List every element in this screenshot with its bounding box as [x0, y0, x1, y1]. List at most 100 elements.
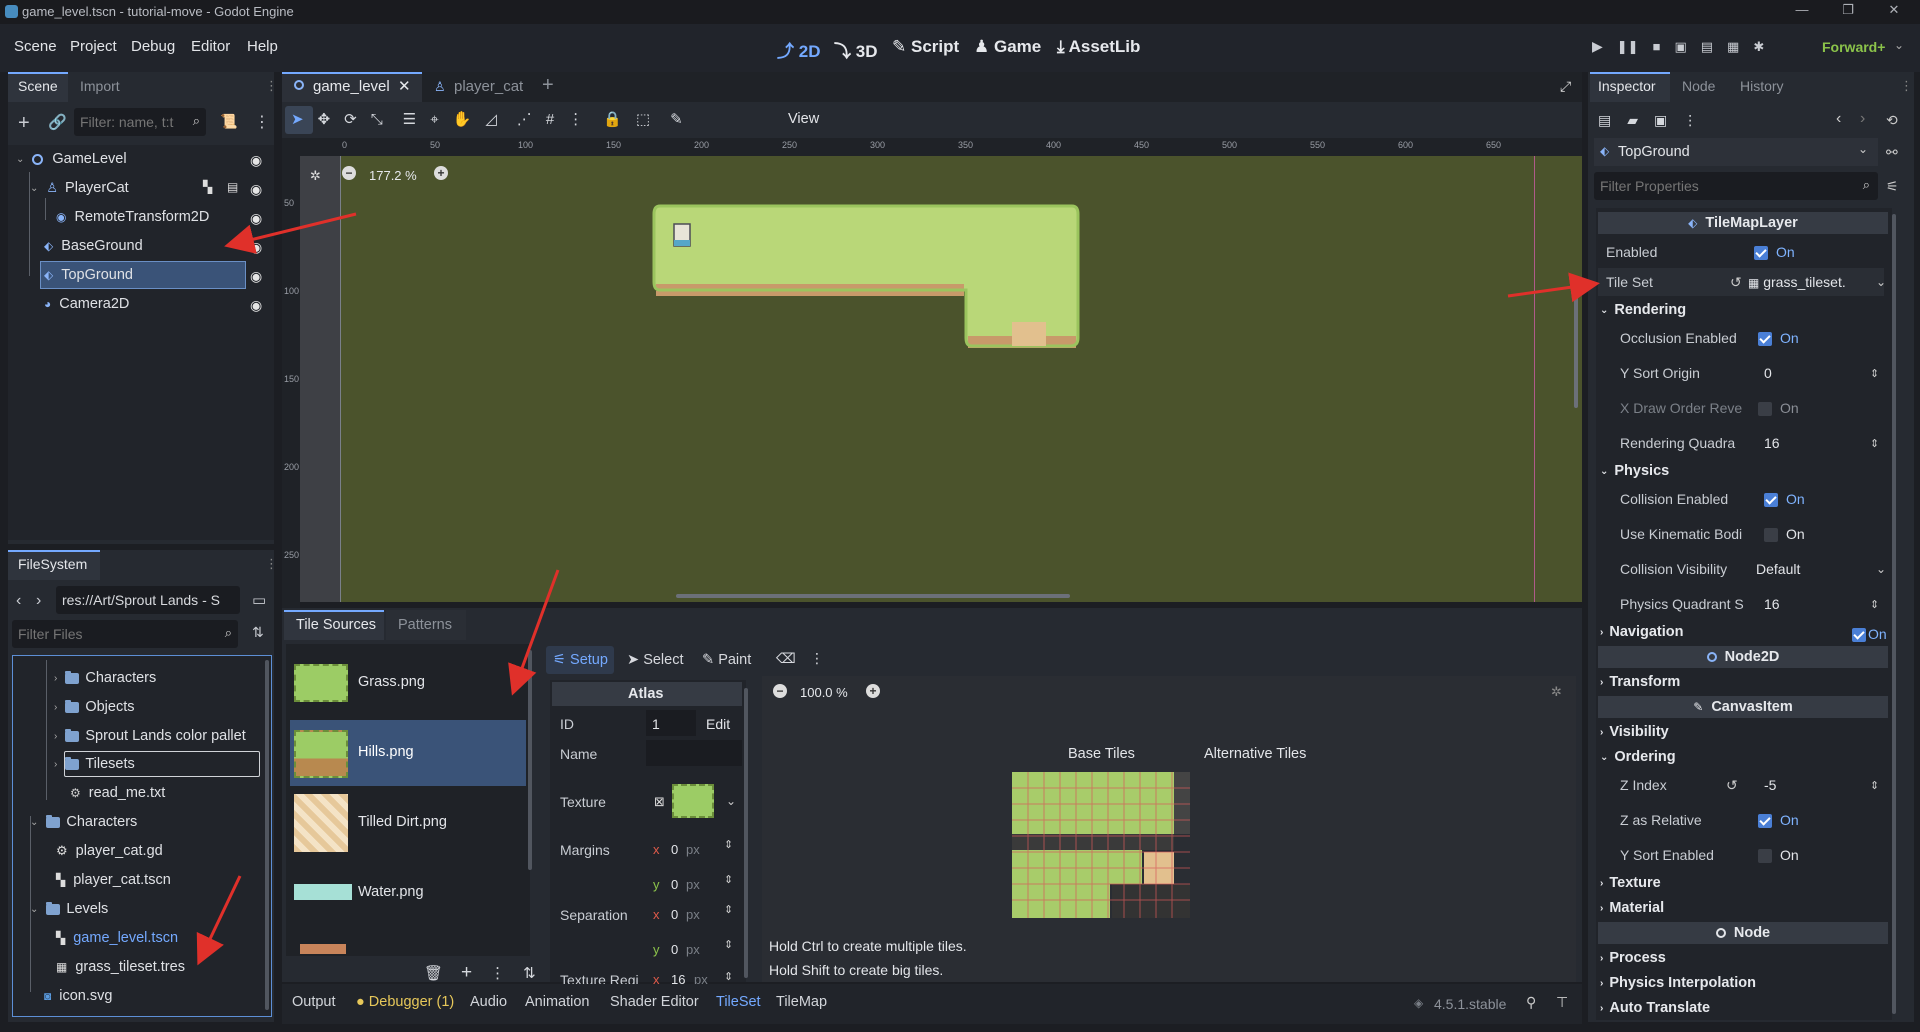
play-icon[interactable]: ▶ [1592, 38, 1603, 55]
source-water[interactable]: Water.png [358, 884, 424, 900]
pivot-icon[interactable]: ⌖ [430, 111, 438, 128]
fs-item-player-cat-gd[interactable]: ⚙ player_cat.gd [56, 839, 163, 863]
snap-options-icon[interactable]: ⋮ [568, 110, 583, 128]
tab-player-cat[interactable]: player_cat [454, 78, 523, 95]
center-view-icon[interactable]: ✲ [310, 168, 321, 184]
scale-icon[interactable]: ⤡ [371, 111, 383, 128]
bottom-tab-tilemap[interactable]: TileMap [776, 994, 827, 1010]
spinner-icon[interactable]: ⇕ [724, 903, 733, 916]
tree-node-camera2d[interactable]: ◕ Camera2D [44, 291, 129, 317]
sort-icon[interactable]: ⇅ [252, 624, 264, 641]
pan-icon[interactable]: ✋ [453, 110, 472, 128]
add-tab-icon[interactable]: + [542, 74, 554, 97]
bottom-tab-shader-editor[interactable]: Shader Editor [610, 994, 699, 1010]
chevron-right-icon[interactable]: › [54, 759, 57, 770]
open-folder-icon[interactable]: ▰ [1627, 112, 1638, 129]
spinner-icon[interactable]: ⇕ [724, 970, 733, 983]
chevron-down-icon[interactable]: ⌄ [30, 817, 38, 828]
scrollbar[interactable] [1892, 214, 1896, 1014]
prop-tile-set[interactable]: Tile Set ↺ ▦ grass_tileset. ⌄ [1598, 268, 1886, 296]
chevron-down-icon[interactable]: ⌄ [1894, 38, 1904, 52]
bone-icon[interactable]: ✎ [670, 110, 683, 128]
chevron-down-icon[interactable]: ⌄ [1876, 275, 1886, 289]
checkbox[interactable] [1758, 332, 1772, 347]
visibility-eye-icon[interactable]: ◉ [250, 297, 262, 314]
spinner-icon[interactable]: ⇕ [724, 838, 733, 851]
maximize-button[interactable]: ❐ [1836, 2, 1860, 22]
section-auto-translate[interactable]: › Auto Translate [1600, 996, 1886, 1020]
bottom-tab-audio[interactable]: Audio [470, 994, 507, 1010]
play-scene-icon[interactable]: ▤ [1701, 39, 1713, 55]
revert-icon[interactable]: ↺ [1730, 274, 1742, 291]
source-tilled-dirt[interactable]: Tilled Dirt.png [358, 814, 447, 830]
fs-item-player-cat-tscn[interactable]: ▚ player_cat.tscn [56, 868, 171, 892]
spinner-icon[interactable]: ⇕ [1870, 779, 1879, 792]
menu-editor[interactable]: Editor [191, 38, 230, 55]
tab-node[interactable]: Node [1682, 78, 1715, 94]
add-icon[interactable]: + [461, 962, 472, 984]
add-node-icon[interactable]: + [18, 112, 30, 135]
path-field[interactable]: res://Art/Sprout Lands - S [62, 592, 220, 608]
grid-snap-icon[interactable]: # [546, 111, 554, 128]
separation-x-value[interactable]: 0 [671, 907, 678, 922]
atlas-zoom-level[interactable]: 100.0 % [800, 685, 848, 700]
back-arrow-icon[interactable]: ‹ [16, 592, 21, 610]
section-process[interactable]: › Process [1600, 946, 1886, 970]
name-field[interactable] [646, 740, 742, 766]
checkbox[interactable] [1758, 402, 1772, 417]
filter-options-icon[interactable]: ⚟ [1886, 178, 1899, 195]
checkbox[interactable] [1852, 628, 1866, 643]
tree-node-baseground[interactable]: ⬖ BaseGround [44, 233, 143, 259]
fs-item-objects[interactable]: › Objects [54, 695, 135, 719]
prop-ysort-origin[interactable]: Y Sort Origin 0 ⇕ [1598, 359, 1884, 387]
split-view-icon[interactable]: ▭ [252, 591, 266, 609]
scrollbar[interactable] [528, 650, 532, 870]
smart-snap-icon[interactable]: ⋰ [517, 110, 532, 128]
section-ordering[interactable]: ⌄ Ordering [1600, 745, 1886, 769]
fullscreen-icon[interactable]: ⤢ [1560, 78, 1571, 95]
list-select-icon[interactable]: ☰ [403, 110, 416, 128]
prop-collision-visibility[interactable]: Collision Visibility Default ⌄ [1598, 555, 1886, 583]
move-icon[interactable]: ✥ [318, 110, 331, 128]
chevron-down-icon[interactable]: ⌄ [30, 183, 38, 194]
rotate-icon[interactable]: ⟳ [344, 110, 357, 128]
prop-enabled[interactable]: Enabled On [1598, 238, 1884, 266]
object-history-icon[interactable]: ⟲ [1886, 112, 1898, 129]
menu-scene[interactable]: Scene [14, 38, 57, 55]
fs-item-game-level[interactable]: ▚ game_level.tscn [56, 926, 178, 950]
lock-icon[interactable]: 🔒 [603, 110, 622, 128]
margin-x-value[interactable]: 0 [671, 842, 678, 857]
clapperboard-icon[interactable]: ▚ [203, 180, 212, 194]
dock-menu-icon[interactable]: ⋮ [265, 78, 278, 94]
bottom-tab-animation[interactable]: Animation [525, 994, 589, 1010]
pause-icon[interactable]: ❚❚ [1617, 39, 1639, 55]
workspace-script-button[interactable]: ✎ Script [892, 37, 959, 57]
pin-icon[interactable]: ⚲ [1526, 994, 1536, 1011]
ruler-icon[interactable]: ◿ [485, 110, 497, 128]
property-filter-input[interactable] [1600, 176, 1840, 196]
scrollbar[interactable] [265, 660, 269, 1010]
fs-item-characters-art[interactable]: › Characters [54, 666, 156, 690]
section-physics-interpolation[interactable]: › Physics Interpolation [1600, 971, 1886, 995]
movie-icon[interactable]: ✱ [1753, 39, 1764, 55]
section-physics[interactable]: ⌄ Physics [1600, 459, 1886, 483]
bottom-tab-tileset[interactable]: TileSet [716, 994, 761, 1010]
tree-node-topground[interactable]: ⬖ TopGround [44, 262, 133, 288]
chevron-down-icon[interactable]: ⌄ [30, 904, 38, 915]
checkbox[interactable] [1754, 246, 1768, 261]
more-options-icon[interactable]: ⋮ [1683, 112, 1697, 129]
checkbox[interactable] [1764, 493, 1778, 508]
forward-arrow-icon[interactable]: › [36, 592, 41, 610]
file-filter-input[interactable] [18, 624, 208, 644]
bottom-tab-debugger[interactable]: ● Debugger (1) [356, 994, 454, 1010]
dock-menu-icon[interactable]: ⋮ [1900, 78, 1913, 94]
chevron-right-icon[interactable]: › [54, 673, 57, 684]
checkbox[interactable] [1758, 814, 1772, 829]
link-icon[interactable]: 🔗 [48, 113, 67, 131]
object-properties-icon[interactable]: ⚯ [1886, 144, 1898, 161]
prop-physics-quadrant[interactable]: Physics Quadrant S 16 ⇕ [1598, 590, 1884, 618]
tab-history[interactable]: History [1740, 78, 1784, 94]
view-menu[interactable]: View [788, 111, 819, 127]
center-view-icon[interactable]: ✲ [1551, 684, 1562, 700]
visibility-eye-icon[interactable]: ◉ [250, 152, 262, 169]
